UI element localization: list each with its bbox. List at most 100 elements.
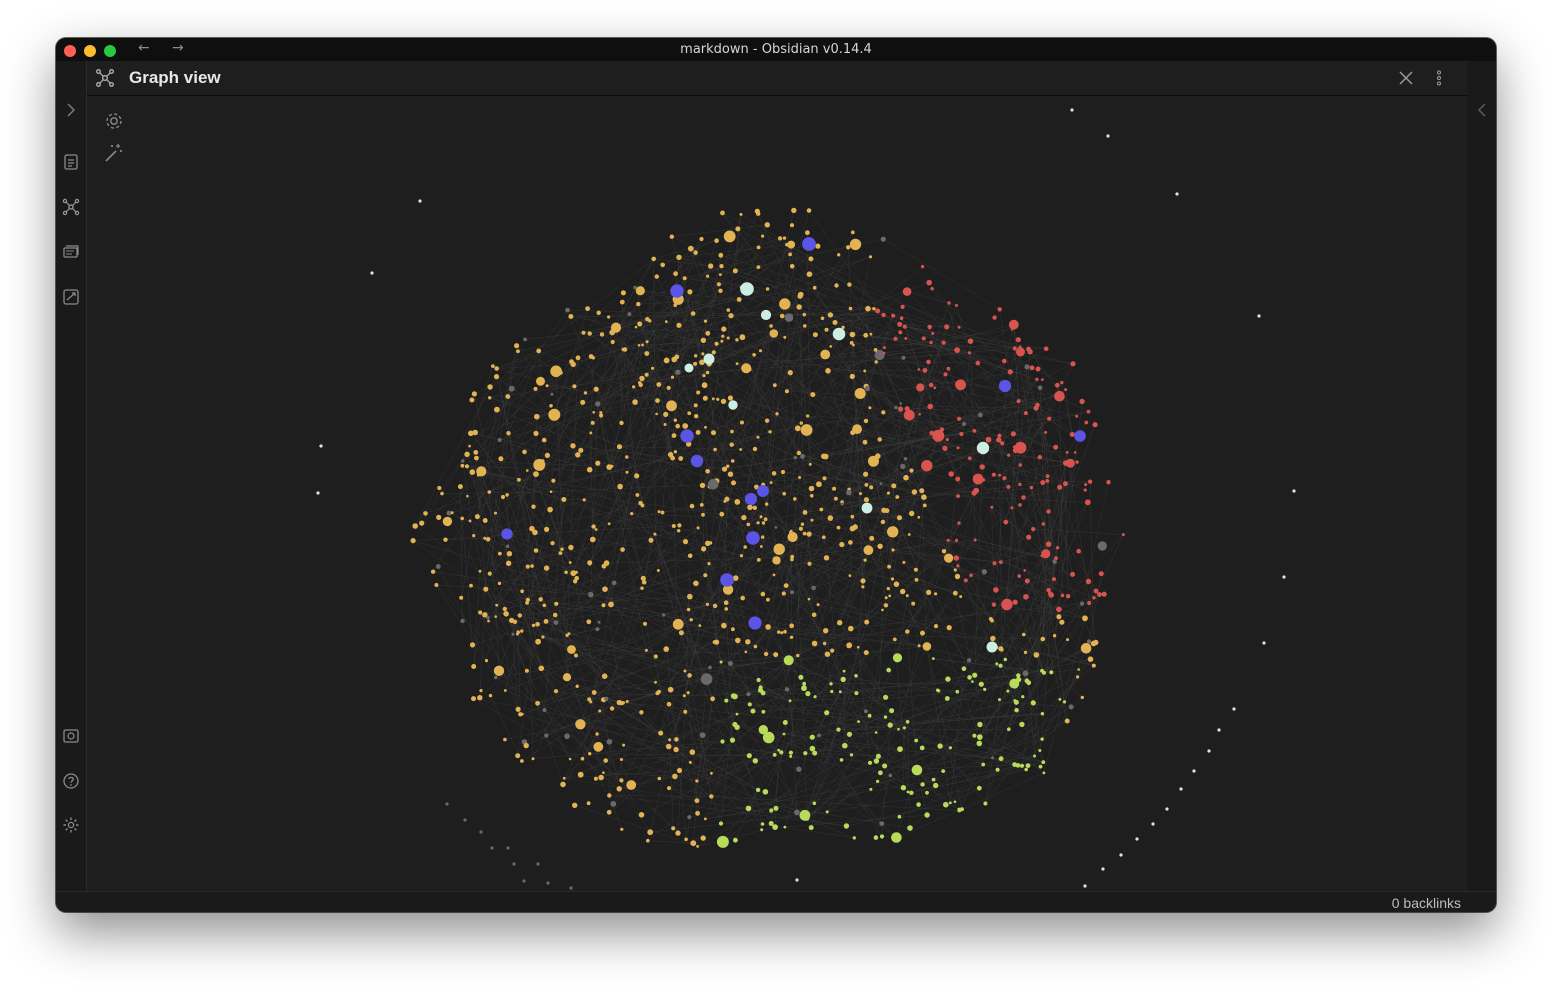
graph-node[interactable] — [1043, 346, 1049, 351]
graph-node[interactable] — [760, 591, 766, 597]
graph-node[interactable] — [821, 453, 827, 460]
graph-node[interactable] — [783, 655, 794, 666]
graph-node[interactable] — [505, 493, 509, 497]
graph-node[interactable] — [550, 392, 554, 396]
graph-node[interactable] — [560, 781, 566, 788]
graph-node[interactable] — [468, 430, 474, 437]
graph-node[interactable] — [589, 431, 593, 435]
graph-node[interactable] — [771, 471, 777, 476]
graph-node[interactable] — [739, 212, 743, 216]
graph-node[interactable] — [881, 608, 884, 612]
graph-node[interactable] — [494, 406, 500, 413]
graph-node[interactable] — [569, 886, 573, 890]
graph-node[interactable] — [635, 493, 640, 497]
graph-node[interactable] — [955, 476, 961, 482]
graph-node[interactable] — [755, 787, 761, 793]
graph-node[interactable] — [816, 603, 820, 607]
graph-node[interactable] — [512, 862, 516, 866]
graph-node[interactable] — [1007, 369, 1013, 375]
graph-node[interactable] — [921, 460, 933, 472]
graph-node[interactable] — [728, 400, 738, 410]
graph-node[interactable] — [930, 287, 934, 291]
graph-node[interactable] — [653, 654, 658, 659]
graph-node[interactable] — [1021, 695, 1025, 699]
graph-node[interactable] — [549, 490, 553, 494]
graph-node[interactable] — [1052, 634, 1057, 638]
graph-node[interactable] — [842, 742, 848, 749]
graph-node[interactable] — [591, 356, 595, 360]
graph-node[interactable] — [995, 767, 1000, 772]
graph-node[interactable] — [683, 709, 688, 714]
graph-node[interactable] — [967, 456, 972, 461]
graph-node[interactable] — [473, 450, 479, 455]
graph-node[interactable] — [813, 695, 817, 699]
graph-node[interactable] — [632, 385, 636, 389]
graph-node[interactable] — [1002, 476, 1007, 481]
graph-node[interactable] — [1018, 482, 1022, 487]
graph-node[interactable] — [879, 821, 885, 826]
graph-node[interactable] — [1040, 668, 1044, 673]
graph-node[interactable] — [761, 709, 766, 714]
graph-node[interactable] — [471, 391, 477, 397]
graph-node[interactable] — [1080, 695, 1084, 700]
graph-node[interactable] — [807, 597, 811, 601]
graph-node[interactable] — [903, 474, 909, 481]
graph-node[interactable] — [663, 411, 669, 417]
graph-node[interactable] — [726, 308, 731, 312]
graph-node[interactable] — [602, 771, 605, 774]
graph-node[interactable] — [721, 622, 727, 629]
graph-node[interactable] — [520, 759, 524, 763]
graph-node[interactable] — [735, 362, 739, 365]
graph-node[interactable] — [897, 406, 904, 412]
graph-node[interactable] — [924, 812, 930, 818]
graph-node[interactable] — [602, 586, 608, 592]
graph-node[interactable] — [568, 561, 572, 564]
graph-node[interactable] — [663, 646, 669, 652]
graph-node[interactable] — [541, 635, 545, 639]
graph-node[interactable] — [862, 439, 868, 445]
graph-node[interactable] — [705, 370, 710, 375]
graph-node[interactable] — [533, 386, 538, 391]
graph-node[interactable] — [638, 812, 645, 818]
graph-node[interactable] — [883, 694, 889, 700]
graph-node[interactable] — [863, 418, 869, 424]
graph-node[interactable] — [538, 597, 543, 602]
graph-node[interactable] — [696, 390, 701, 395]
graph-node[interactable] — [464, 464, 470, 469]
graph-node[interactable] — [788, 252, 792, 257]
graph-node[interactable] — [460, 516, 465, 521]
graph-node[interactable] — [1060, 380, 1064, 385]
graph-node[interactable] — [1092, 596, 1096, 600]
graph-node[interactable] — [779, 750, 784, 755]
graph-node[interactable] — [961, 666, 967, 671]
graph-node[interactable] — [878, 770, 883, 776]
graph-node[interactable] — [686, 691, 690, 695]
graph-node[interactable] — [917, 515, 921, 519]
graph-node[interactable] — [619, 420, 624, 426]
graph-node[interactable] — [687, 815, 692, 820]
graph-node[interactable] — [978, 412, 983, 418]
graph-node[interactable] — [785, 243, 789, 247]
graph-node[interactable] — [801, 685, 807, 692]
graph-node[interactable] — [625, 455, 629, 459]
graph-node[interactable] — [933, 624, 939, 629]
graph-node[interactable] — [461, 459, 465, 463]
graph-node[interactable] — [689, 749, 696, 755]
graph-node[interactable] — [993, 587, 999, 593]
graph-node[interactable] — [1013, 699, 1019, 705]
graph-node[interactable] — [704, 425, 707, 429]
graph-node[interactable] — [943, 801, 949, 808]
graph-node[interactable] — [609, 706, 615, 711]
graph-node[interactable] — [769, 808, 774, 813]
graph-node[interactable] — [1006, 484, 1011, 489]
graph-node[interactable] — [943, 372, 948, 377]
graph-node[interactable] — [827, 515, 834, 521]
graph-node[interactable] — [702, 374, 706, 378]
graph-node[interactable] — [824, 710, 830, 716]
graph-node[interactable] — [459, 595, 464, 600]
graph-node[interactable] — [904, 406, 910, 412]
graph-node[interactable] — [890, 577, 895, 581]
graph-node[interactable] — [990, 635, 996, 642]
graph-node[interactable] — [488, 693, 493, 698]
graph-node[interactable] — [487, 490, 492, 494]
